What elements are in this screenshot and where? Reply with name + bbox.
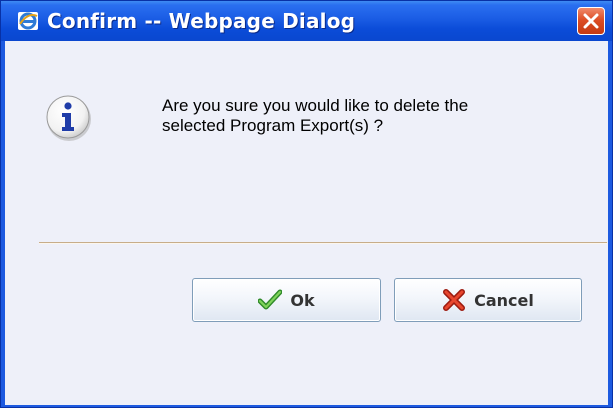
dialog-body: Are you sure you would like to delete th… [5, 41, 608, 405]
ie-icon [17, 10, 39, 32]
message-line: Are you sure you would like to delete th… [162, 96, 469, 115]
close-button[interactable] [577, 7, 605, 35]
dialog-window: Confirm -- Webpage Dialog Are you sure y… [0, 0, 613, 408]
confirmation-message: Are you sure you would like to delete th… [162, 96, 582, 136]
cancel-label: Cancel [474, 290, 534, 310]
checkmark-icon [257, 289, 283, 311]
window-title: Confirm -- Webpage Dialog [47, 9, 356, 33]
title-bar[interactable]: Confirm -- Webpage Dialog [1, 1, 612, 41]
message-line: selected Program Export(s) ? [162, 116, 384, 135]
ok-button[interactable]: Ok [192, 278, 381, 322]
divider [39, 242, 607, 244]
cancel-button[interactable]: Cancel [394, 278, 582, 322]
close-icon [583, 13, 599, 29]
red-x-icon [442, 289, 466, 311]
ok-label: Ok [290, 290, 315, 310]
info-icon [45, 94, 93, 142]
